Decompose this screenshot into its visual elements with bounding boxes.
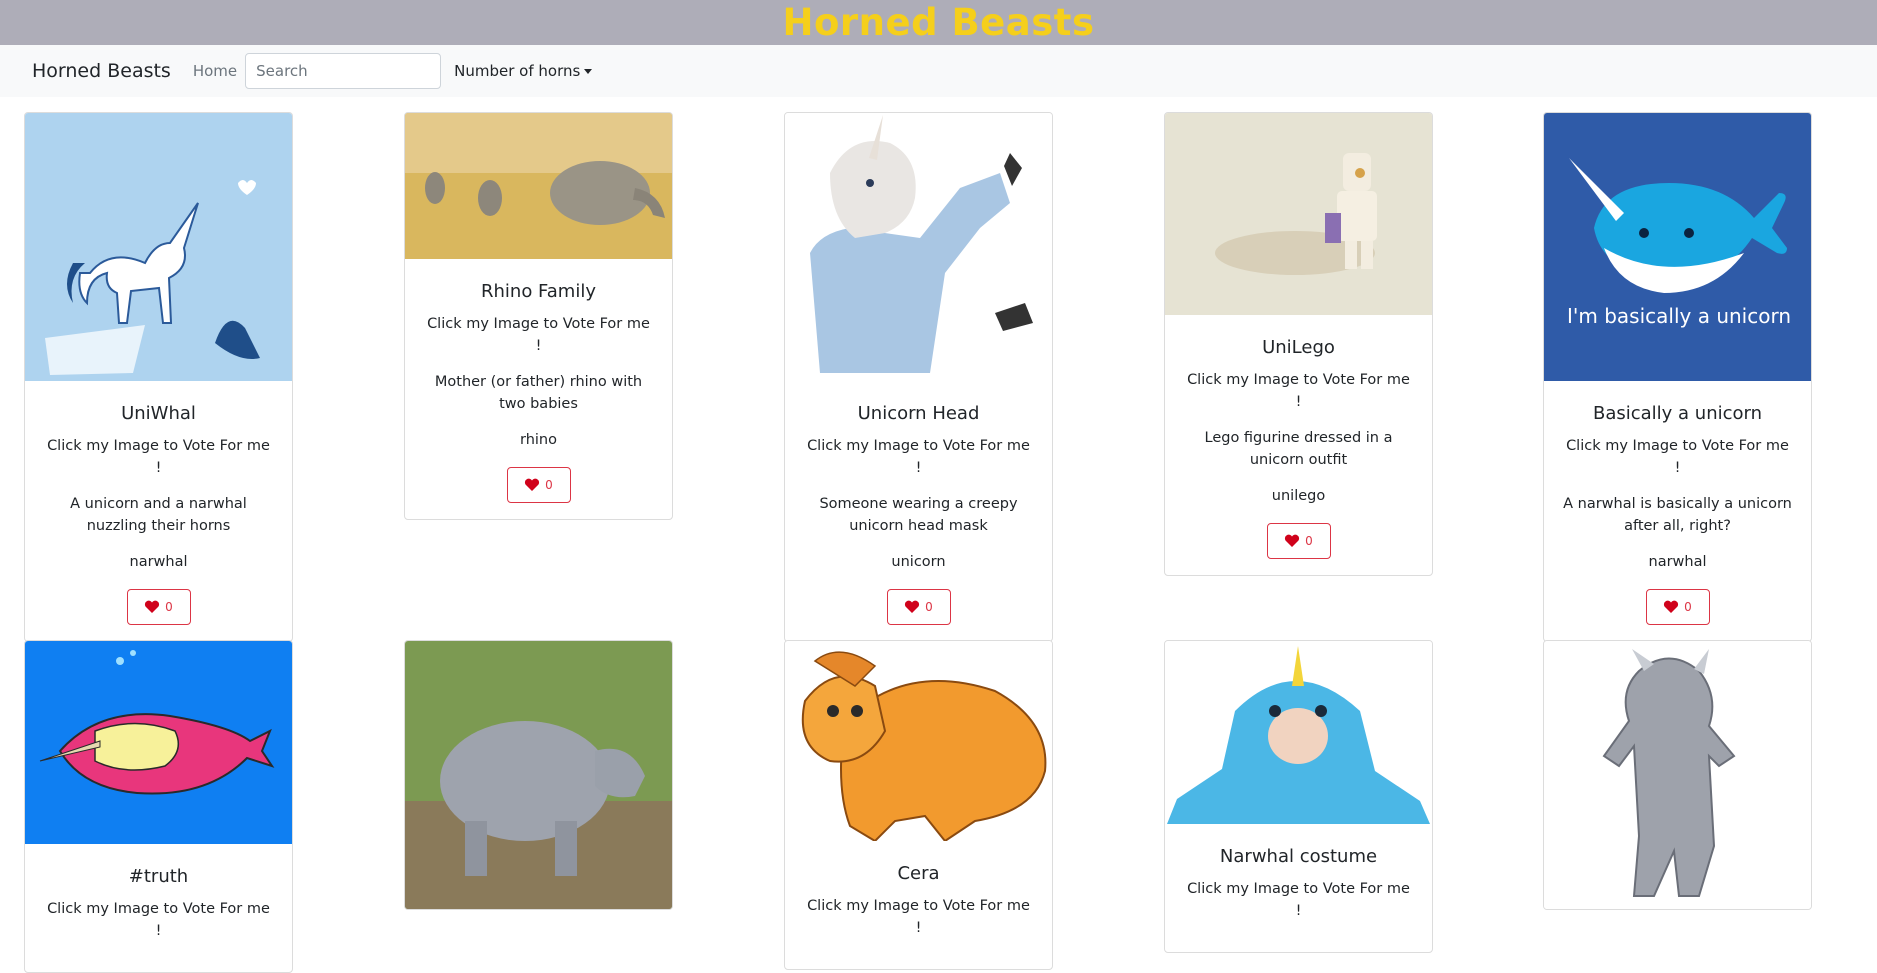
card-vote-prompt: Click my Image to Vote For me ! [47,901,270,939]
heart-icon [1285,534,1300,547]
search-input[interactable] [245,53,442,89]
vote-count: 0 [1305,534,1313,548]
card-vote-prompt: Click my Image to Vote For me ! [1187,881,1410,919]
beast-card: UniWhal Click my Image to Vote For me ! … [24,112,293,642]
heart-icon [525,478,540,491]
card-image[interactable] [785,641,1052,841]
card-description: Someone wearing a creepy unicorn head ma… [819,496,1018,534]
card-title: #truth [128,866,189,887]
card-image[interactable]: I'm basically a unicorn [1544,113,1811,381]
card-image[interactable] [1165,113,1432,315]
navbar-brand[interactable]: Horned Beasts [32,60,171,82]
beast-card: Unicorn Head Click my Image to Vote For … [784,112,1053,642]
card-keyword: unicorn [891,554,946,570]
heart-icon [145,600,160,613]
heart-icon [1664,600,1679,613]
card-image[interactable] [25,641,292,844]
beast-card: Rhino Family Click my Image to Vote For … [404,112,673,520]
beast-card: #truth Click my Image to Vote For me ! [24,640,293,973]
card-image[interactable] [405,113,672,259]
card-vote-prompt: Click my Image to Vote For me ! [807,438,1030,476]
beast-card: UniLego Click my Image to Vote For me ! … [1164,112,1433,576]
card-keyword: narwhal [129,554,188,570]
card-keyword: narwhal [1648,554,1707,570]
card-title: Rhino Family [481,281,596,302]
card-vote-prompt: Click my Image to Vote For me ! [47,438,270,476]
vote-count: 0 [1684,600,1692,614]
beast-card [404,640,673,910]
card-vote-prompt: Click my Image to Vote For me ! [1187,372,1410,410]
card-description: A narwhal is basically a unicorn after a… [1563,496,1792,534]
vote-button[interactable]: 0 [886,589,951,625]
vote-button[interactable]: 0 [1266,523,1331,559]
card-image[interactable] [1544,641,1811,909]
heart-icon [905,600,920,613]
horns-dropdown[interactable]: Number of horns [454,62,593,80]
card-description: Mother (or father) rhino with two babies [434,374,643,412]
card-title: Cera [897,863,940,884]
navbar: Horned Beasts Home Number of horns [0,45,1877,97]
beast-card: Narwhal costume Click my Image to Vote F… [1164,640,1433,953]
card-title: Basically a unicorn [1592,403,1763,424]
card-keyword: rhino [520,432,557,448]
card-description: A unicorn and a narwhal nuzzling their h… [70,496,247,534]
card-vote-prompt: Click my Image to Vote For me ! [427,316,650,354]
card-vote-prompt: Click my Image to Vote For me ! [807,898,1030,936]
card-title: UniWhal [121,403,196,424]
vote-button[interactable]: 0 [126,589,191,625]
horns-dropdown-label: Number of horns [454,62,581,80]
card-description: Lego figurine dressed in a unicorn outfi… [1204,430,1393,468]
vote-count: 0 [165,600,173,614]
vote-button[interactable]: 0 [1645,589,1710,625]
nav-link-home[interactable]: Home [193,62,237,80]
vote-count: 0 [545,478,553,492]
card-title: Narwhal costume [1219,846,1378,867]
card-image[interactable] [785,113,1052,381]
card-title: UniLego [1262,337,1335,358]
card-keyword: unilego [1271,488,1326,504]
beast-card [1543,640,1812,910]
chevron-down-icon [584,69,593,74]
card-image[interactable] [405,641,672,909]
card-image[interactable] [25,113,292,381]
vote-button[interactable]: 0 [506,467,571,503]
card-title: Unicorn Head [857,403,980,424]
image-caption: I'm basically a unicorn [1567,304,1791,328]
beast-card: I'm basically a unicorn Basically a unic… [1543,112,1812,642]
site-header: Horned Beasts [0,0,1877,45]
page-title: Horned Beasts [782,1,1095,44]
beast-card: Cera Click my Image to Vote For me ! [784,640,1053,970]
card-image[interactable] [1165,641,1432,824]
card-vote-prompt: Click my Image to Vote For me ! [1566,438,1789,476]
vote-count: 0 [925,600,933,614]
